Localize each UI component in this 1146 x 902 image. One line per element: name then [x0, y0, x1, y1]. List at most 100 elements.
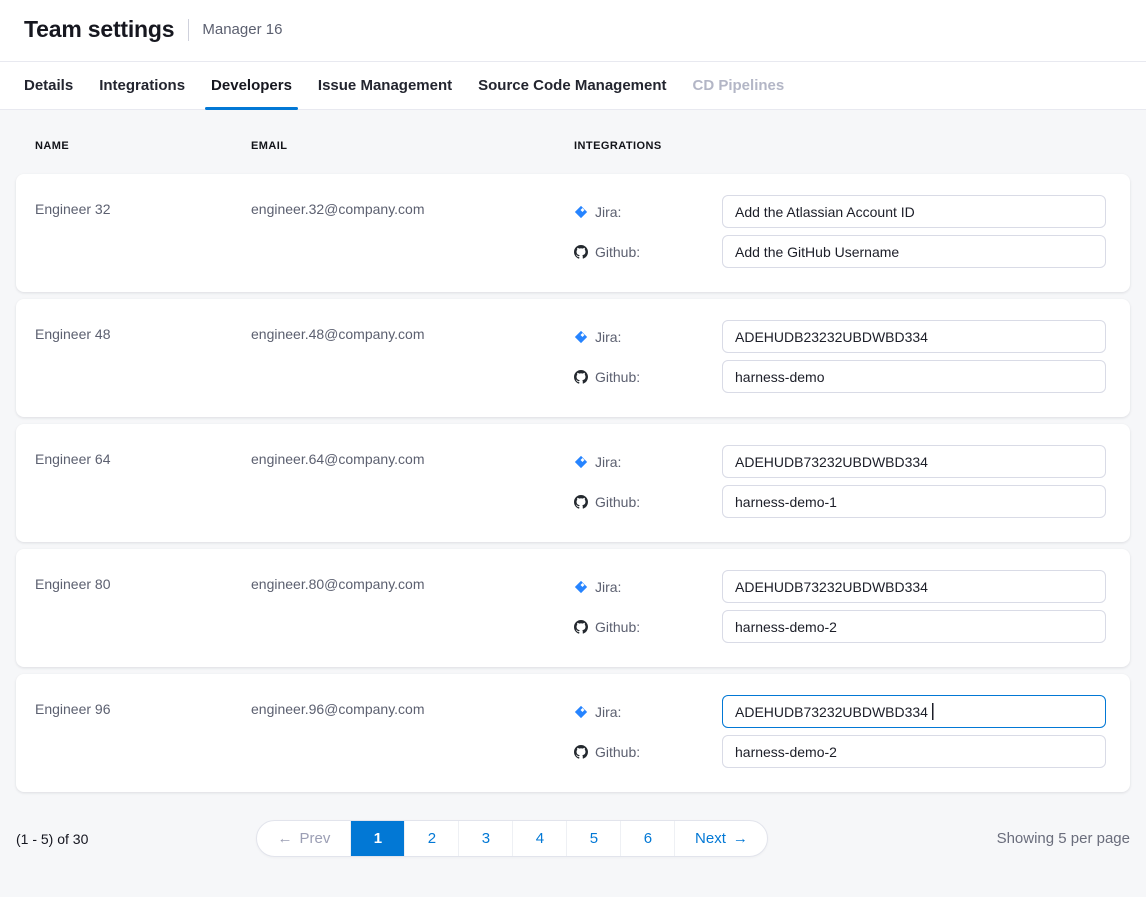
- jira-icon: [574, 205, 588, 219]
- table-row: Engineer 32 engineer.32@company.com Jira…: [16, 174, 1130, 292]
- title-divider: [188, 19, 189, 41]
- tab-source-code-management-label: Source Code Management: [478, 77, 666, 94]
- pager-wrap: ← Prev 1 2 3 4 5 6 Next →: [88, 820, 936, 857]
- table-row: Engineer 64 engineer.64@company.com Jira…: [16, 424, 1130, 542]
- jira-account-id-input-focused[interactable]: [722, 695, 1106, 728]
- github-username-input[interactable]: [722, 735, 1106, 768]
- pager: ← Prev 1 2 3 4 5 6 Next →: [256, 820, 768, 857]
- jira-line: Jira:: [574, 445, 1106, 478]
- jira-account-id-input[interactable]: [722, 570, 1106, 603]
- tab-bar: Details Integrations Developers Issue Ma…: [0, 61, 1146, 110]
- github-username-input[interactable]: [722, 485, 1106, 518]
- jira-label-group: Jira:: [574, 329, 722, 345]
- page-button-3[interactable]: 3: [458, 821, 512, 856]
- github-icon: [574, 245, 588, 259]
- page-button-5[interactable]: 5: [566, 821, 620, 856]
- prev-page-button[interactable]: ← Prev: [257, 821, 350, 856]
- jira-icon: [574, 580, 588, 594]
- jira-line: Jira:: [574, 695, 1106, 728]
- jira-icon: [574, 455, 588, 469]
- tab-integrations-label: Integrations: [99, 77, 185, 94]
- jira-icon: [574, 705, 588, 719]
- tab-details-label: Details: [24, 77, 73, 94]
- tab-cd-pipelines: CD Pipelines: [693, 62, 785, 109]
- tab-cd-pipelines-label: CD Pipelines: [693, 77, 785, 94]
- jira-label: Jira:: [595, 704, 621, 720]
- github-label-group: Github:: [574, 619, 722, 635]
- developer-email: engineer.32@company.com: [251, 195, 574, 217]
- results-range-text: (1 - 5) of 30: [16, 831, 88, 847]
- github-username-input[interactable]: [722, 610, 1106, 643]
- github-line: Github:: [574, 610, 1106, 643]
- jira-label: Jira:: [595, 204, 621, 220]
- jira-label-group: Jira:: [574, 204, 722, 220]
- github-username-input[interactable]: [722, 235, 1106, 268]
- tab-details[interactable]: Details: [24, 62, 73, 109]
- tab-source-code-management[interactable]: Source Code Management: [478, 62, 666, 109]
- developer-email: engineer.80@company.com: [251, 570, 574, 592]
- tab-integrations[interactable]: Integrations: [99, 62, 185, 109]
- page-header: Team settings Manager 16: [0, 0, 1146, 61]
- integrations-cell: Jira: Github:: [574, 195, 1106, 268]
- tab-issue-management[interactable]: Issue Management: [318, 62, 452, 109]
- jira-icon: [574, 330, 588, 344]
- next-arrow-icon: →: [733, 831, 748, 846]
- jira-label: Jira:: [595, 579, 621, 595]
- page-button-6[interactable]: 6: [620, 821, 674, 856]
- next-label: Next: [695, 830, 726, 847]
- developer-name: Engineer 64: [35, 445, 251, 467]
- github-label: Github:: [595, 494, 640, 510]
- developer-email: engineer.48@company.com: [251, 320, 574, 342]
- developers-panel: NAME EMAIL INTEGRATIONS Engineer 32 engi…: [0, 110, 1146, 897]
- next-page-button[interactable]: Next →: [674, 821, 767, 856]
- integrations-cell: Jira: Github:: [574, 445, 1106, 518]
- jira-account-id-input[interactable]: [722, 445, 1106, 478]
- github-icon: [574, 745, 588, 759]
- github-line: Github:: [574, 735, 1106, 768]
- jira-label: Jira:: [595, 454, 621, 470]
- prev-arrow-icon: ←: [278, 831, 293, 846]
- github-label-group: Github:: [574, 494, 722, 510]
- github-line: Github:: [574, 235, 1106, 268]
- github-icon: [574, 370, 588, 384]
- table-row: Engineer 96 engineer.96@company.com Jira…: [16, 674, 1130, 792]
- github-label-group: Github:: [574, 369, 722, 385]
- active-tab-underline: [205, 107, 298, 110]
- per-page-text: Showing 5 per page: [997, 830, 1130, 847]
- table-header-row: NAME EMAIL INTEGRATIONS: [16, 140, 1130, 152]
- jira-account-id-input[interactable]: [722, 195, 1106, 228]
- jira-label-group: Jira:: [574, 704, 722, 720]
- integrations-cell: Jira: Github:: [574, 695, 1106, 768]
- github-label-group: Github:: [574, 744, 722, 760]
- integrations-cell: Jira: Github:: [574, 320, 1106, 393]
- page-button-4[interactable]: 4: [512, 821, 566, 856]
- github-label-group: Github:: [574, 244, 722, 260]
- jira-account-id-input[interactable]: [722, 320, 1106, 353]
- tab-issue-management-label: Issue Management: [318, 77, 452, 94]
- developer-name: Engineer 32: [35, 195, 251, 217]
- github-icon: [574, 495, 588, 509]
- developer-email: engineer.96@company.com: [251, 695, 574, 717]
- github-label: Github:: [595, 244, 640, 260]
- table-row: Engineer 80 engineer.80@company.com Jira…: [16, 549, 1130, 667]
- github-icon: [574, 620, 588, 634]
- jira-line: Jira:: [574, 195, 1106, 228]
- developer-name: Engineer 48: [35, 320, 251, 342]
- github-username-input[interactable]: [722, 360, 1106, 393]
- jira-label-group: Jira:: [574, 454, 722, 470]
- github-line: Github:: [574, 360, 1106, 393]
- page-button-2[interactable]: 2: [404, 821, 458, 856]
- prev-label: Prev: [300, 830, 331, 847]
- column-header-email: EMAIL: [251, 140, 574, 152]
- page-title: Team settings: [24, 16, 174, 43]
- tab-developers[interactable]: Developers: [211, 62, 292, 109]
- tab-developers-label: Developers: [211, 77, 292, 94]
- page-button-1[interactable]: 1: [350, 821, 404, 856]
- developer-name: Engineer 80: [35, 570, 251, 592]
- table-row: Engineer 48 engineer.48@company.com Jira…: [16, 299, 1130, 417]
- jira-label-group: Jira:: [574, 579, 722, 595]
- jira-label: Jira:: [595, 329, 621, 345]
- github-line: Github:: [574, 485, 1106, 518]
- column-header-integrations: INTEGRATIONS: [574, 140, 1130, 152]
- pagination-bar: (1 - 5) of 30 ← Prev 1 2 3 4 5 6 Next → …: [16, 820, 1130, 857]
